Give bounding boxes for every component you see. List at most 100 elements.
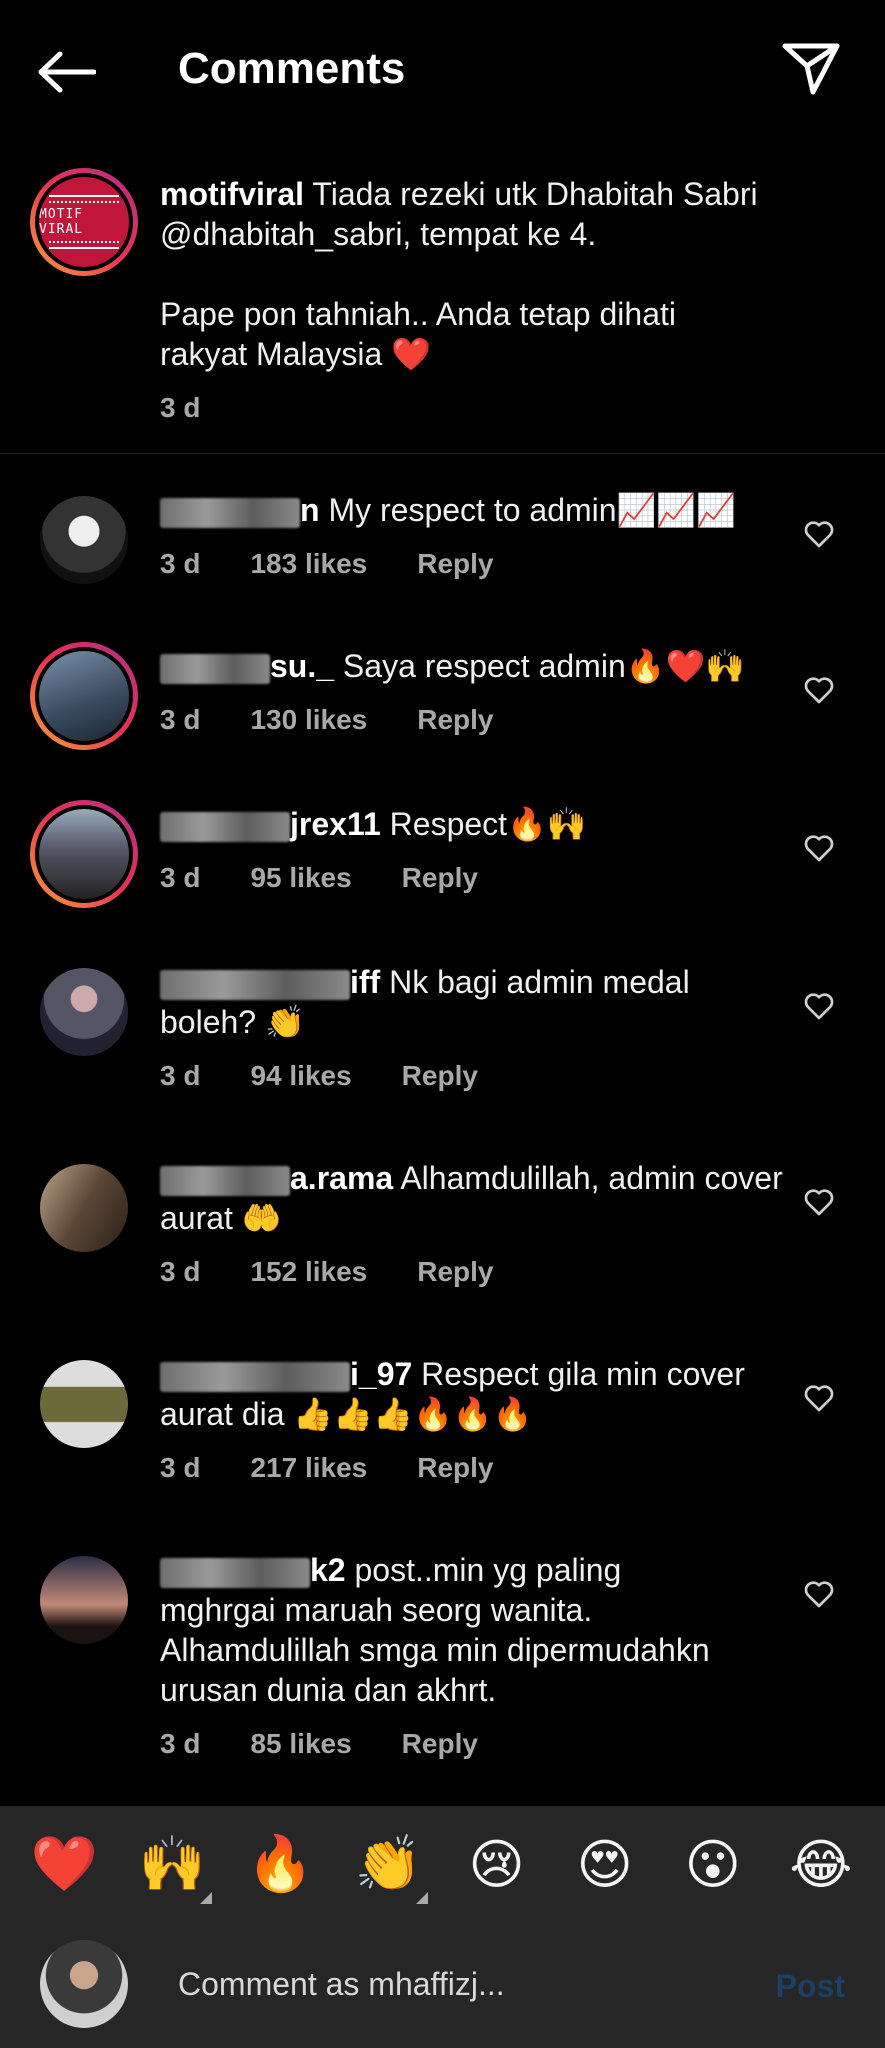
like-heart-icon[interactable] <box>803 674 835 706</box>
comment-likes[interactable]: 94 likes <box>250 1060 351 1092</box>
comment-time: 3 d <box>160 1060 201 1091</box>
redacted-username <box>160 1361 350 1392</box>
comment-text-line-2: boleh? 👏 <box>160 1004 305 1040</box>
caption-line-1: Tiada rezeki utk Dhabitah Sabri <box>304 176 758 212</box>
redacted-username <box>160 497 300 528</box>
like-heart-icon[interactable] <box>803 990 835 1022</box>
avatar-logo-text: MOTIF VIRAL <box>39 207 84 237</box>
comment-time: 3 d <box>160 862 201 893</box>
comment-composer: Comment as mhaffizj... Post <box>0 1922 885 2048</box>
comment-item: iff Nk bagi admin medal boleh? 👏 3 d 94 … <box>0 950 885 1100</box>
post-button[interactable]: Post <box>776 1968 845 2005</box>
emoji-raised-hands[interactable]: 🙌 <box>132 1832 213 1904</box>
comment-text: Respect🔥🙌 <box>380 806 587 842</box>
like-heart-icon[interactable] <box>803 1186 835 1218</box>
comment-username[interactable]: a.rama <box>290 1160 393 1196</box>
comment-text-line-2: aurat dia 👍👍👍🔥🔥🔥 <box>160 1396 533 1432</box>
skin-tone-indicator <box>200 1892 213 1904</box>
emoji-clap[interactable]: 👏 <box>348 1832 429 1904</box>
caption-username[interactable]: motifviral <box>160 176 304 212</box>
comment-time: 3 d <box>160 548 201 579</box>
comment-likes[interactable]: 217 likes <box>250 1452 367 1484</box>
comment-text-line-2: aurat 🤲 <box>160 1200 282 1236</box>
redacted-username <box>160 811 290 842</box>
comment-text-line-3: Alhamdulillah smga min dipermudahkn <box>160 1632 710 1668</box>
emoji-laughing[interactable]: 😂 <box>781 1833 861 1896</box>
comment-likes[interactable]: 183 likes <box>250 548 367 580</box>
emoji-fire[interactable]: 🔥 <box>240 1832 320 1896</box>
comment-item: jrex11 Respect🔥🙌 3 d 95 likes Reply <box>0 792 885 908</box>
emoji-heart-eyes[interactable]: 😍 <box>565 1833 645 1896</box>
comment-text-line-4: urusan dunia dan akhrt. <box>160 1672 497 1708</box>
comment-item: su._ Saya respect admin🔥❤️🙌 3 d 130 like… <box>0 634 885 750</box>
caption-line-2: @dhabitah_sabri, tempat ke 4. <box>160 216 597 252</box>
commenter-avatar[interactable] <box>40 1164 128 1252</box>
comment-text: post..min yg paling <box>345 1552 622 1588</box>
comment-text: Nk bagi admin medal <box>380 964 690 1000</box>
comment-username[interactable]: k2 <box>310 1552 346 1588</box>
like-heart-icon[interactable] <box>803 1578 835 1610</box>
comment-text: Alhamdulillah, admin cover <box>393 1160 783 1196</box>
share-button[interactable] <box>781 38 841 98</box>
redacted-username <box>160 969 350 1000</box>
emoji-reaction-bar: ❤️ 🙌 🔥 👏 😢 😍 😮 😂 <box>0 1806 885 1922</box>
emoji-clap-glyph: 👏 <box>354 1832 423 1895</box>
comment-likes[interactable]: 85 likes <box>250 1728 351 1760</box>
comment-likes[interactable]: 95 likes <box>250 862 351 894</box>
commenter-avatar[interactable] <box>40 496 128 584</box>
reply-button[interactable]: Reply <box>417 1256 493 1288</box>
caption-text: motifviral Tiada rezeki utk Dhabitah Sab… <box>160 174 800 374</box>
page-title: Comments <box>178 44 406 93</box>
comment-username[interactable]: i_97 <box>350 1356 412 1392</box>
caption-line-4: rakyat Malaysia ❤️ <box>160 336 432 372</box>
back-button[interactable] <box>36 42 106 102</box>
comment-text: Saya respect admin🔥❤️🙌 <box>334 648 746 684</box>
like-heart-icon[interactable] <box>803 832 835 864</box>
emoji-heart[interactable]: ❤️ <box>24 1832 104 1896</box>
comment-time: 3 d <box>160 1728 201 1759</box>
comment-item: k2 post..min yg paling mghrgai maruah se… <box>0 1538 885 1768</box>
like-heart-icon[interactable] <box>803 1382 835 1414</box>
commenter-avatar[interactable] <box>40 968 128 1056</box>
comment-time: 3 d <box>160 1256 201 1287</box>
current-user-avatar <box>40 1940 128 2028</box>
comment-username[interactable]: n <box>300 492 320 528</box>
skin-tone-indicator <box>416 1892 429 1904</box>
comment-text-line-2: mghrgai maruah seorg wanita. <box>160 1592 593 1628</box>
comment-item: a.rama Alhamdulillah, admin cover aurat … <box>0 1146 885 1296</box>
reply-button[interactable]: Reply <box>402 862 478 894</box>
commenter-avatar[interactable] <box>40 1556 128 1644</box>
reply-button[interactable]: Reply <box>417 1452 493 1484</box>
comment-likes[interactable]: 130 likes <box>250 704 367 736</box>
post-caption: MOTIF VIRAL motifviral Tiada rezeki utk … <box>0 160 885 454</box>
send-icon <box>782 43 840 95</box>
header: Comments <box>0 0 885 140</box>
reply-button[interactable]: Reply <box>417 548 493 580</box>
commenter-avatar[interactable] <box>30 642 138 750</box>
caption-avatar[interactable]: MOTIF VIRAL <box>30 168 138 276</box>
comment-input[interactable]: Comment as mhaffizj... <box>178 1966 505 2003</box>
commenter-avatar[interactable] <box>30 800 138 908</box>
commenter-avatar[interactable] <box>40 1360 128 1448</box>
comment-item: i_97 Respect gila min cover aurat dia 👍👍… <box>0 1342 885 1492</box>
comment-username[interactable]: jrex11 <box>290 806 381 842</box>
comment-username[interactable]: su._ <box>270 648 334 684</box>
comment-text: My respect to admin📈📈📈 <box>319 492 737 528</box>
emoji-raised-hands-glyph: 🙌 <box>138 1832 206 1895</box>
redacted-username <box>160 1165 290 1196</box>
caption-time: 3 d <box>160 392 201 423</box>
redacted-username <box>160 653 270 684</box>
caption-line-3: Pape pon tahniah.. Anda tetap dihati <box>160 296 676 332</box>
reply-button[interactable]: Reply <box>417 704 493 736</box>
redacted-username <box>160 1557 310 1588</box>
comment-time: 3 d <box>160 704 201 735</box>
emoji-crying[interactable]: 😢 <box>457 1833 537 1896</box>
comment-username[interactable]: iff <box>350 964 380 1000</box>
comment-text: Respect gila min cover <box>412 1356 745 1392</box>
emoji-surprised[interactable]: 😮 <box>673 1833 753 1896</box>
comment-item: n My respect to admin📈📈📈 3 d 183 likes R… <box>0 478 885 588</box>
like-heart-icon[interactable] <box>803 518 835 550</box>
reply-button[interactable]: Reply <box>402 1728 478 1760</box>
comment-likes[interactable]: 152 likes <box>250 1256 367 1288</box>
reply-button[interactable]: Reply <box>402 1060 478 1092</box>
